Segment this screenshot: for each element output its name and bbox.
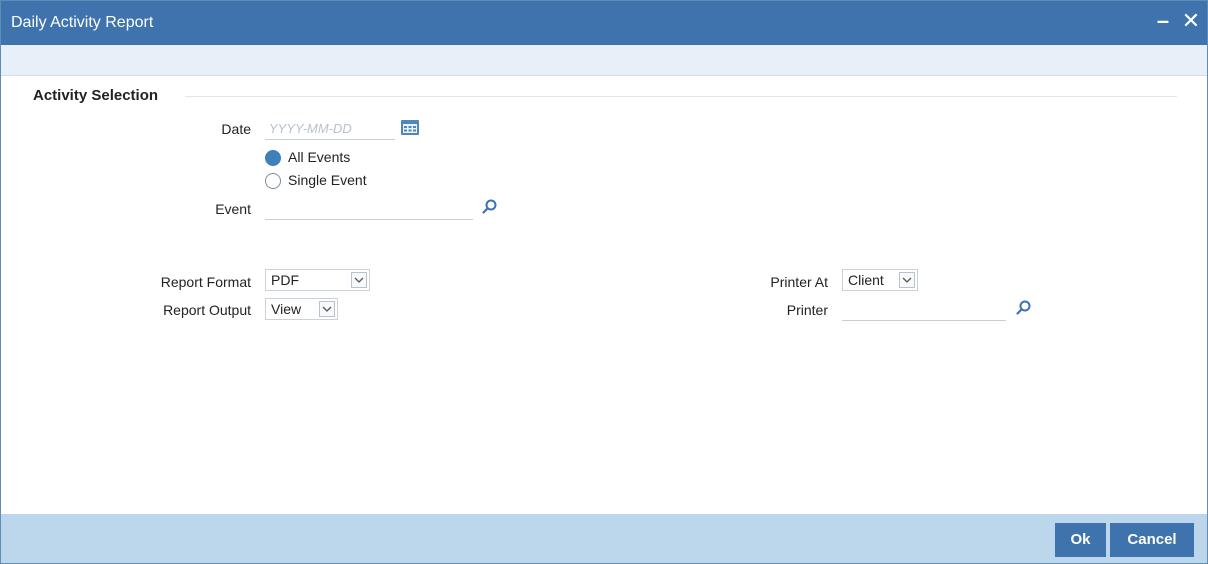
minimize-button[interactable]: – <box>1151 9 1175 33</box>
dialog-footer <box>1 514 1207 563</box>
title-bar: Daily Activity Report – ✕ <box>1 1 1207 45</box>
report-output-value: View <box>271 301 302 317</box>
dialog-window: Daily Activity Report – ✕ Activity Selec… <box>0 0 1208 564</box>
search-icon[interactable] <box>481 198 501 216</box>
printer-label: Printer <box>786 302 828 318</box>
toolbar-strip <box>1 45 1207 76</box>
printer-input[interactable] <box>842 298 1006 321</box>
event-input[interactable] <box>265 197 473 220</box>
chevron-down-icon <box>899 272 915 288</box>
report-output-label: Report Output <box>163 302 251 318</box>
date-input[interactable] <box>265 117 395 140</box>
cancel-button[interactable]: Cancel <box>1110 523 1194 557</box>
chevron-down-icon <box>351 272 367 288</box>
chevron-down-icon <box>319 301 335 317</box>
all-events-label: All Events <box>288 149 351 165</box>
single-event-radio[interactable] <box>265 173 281 189</box>
close-button[interactable]: ✕ <box>1179 9 1203 33</box>
ok-button[interactable]: Ok <box>1055 523 1106 557</box>
section-divider <box>185 96 1177 97</box>
printer-at-select[interactable]: Client <box>842 269 918 291</box>
printer-at-value: Client <box>848 272 884 288</box>
report-format-value: PDF <box>271 272 299 288</box>
event-label: Event <box>215 201 251 217</box>
all-events-radio[interactable] <box>265 150 281 166</box>
report-format-label: Report Format <box>160 274 251 290</box>
printer-at-label: Printer At <box>770 274 828 290</box>
report-format-select[interactable]: PDF <box>265 269 370 291</box>
report-output-select[interactable]: View <box>265 298 338 320</box>
date-label: Date <box>221 121 251 137</box>
search-icon[interactable] <box>1015 299 1035 317</box>
single-event-label: Single Event <box>288 172 367 188</box>
window-title: Daily Activity Report <box>11 14 154 31</box>
section-title: Activity Selection <box>33 87 159 104</box>
calendar-icon[interactable] <box>400 118 420 136</box>
